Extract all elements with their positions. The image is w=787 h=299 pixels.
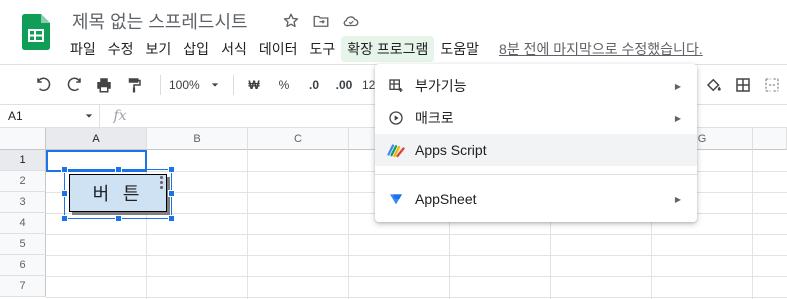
menu-extensions[interactable]: 확장 프로그램	[341, 36, 435, 62]
resize-handle[interactable]	[115, 215, 122, 222]
fx-icon: fx	[113, 108, 127, 124]
print-icon[interactable]	[92, 71, 116, 99]
menu-tools[interactable]: 도구	[303, 36, 341, 62]
redo-icon[interactable]	[62, 71, 86, 99]
select-all-corner[interactable]	[0, 128, 46, 150]
chevron-down-icon	[85, 114, 93, 118]
drawing-button-label: 버 튼	[92, 184, 144, 205]
fill-color-icon[interactable]	[702, 71, 726, 99]
percent-format-button[interactable]: %	[272, 71, 296, 99]
resize-handle[interactable]	[115, 166, 122, 173]
resize-handle[interactable]	[168, 215, 175, 222]
more-vert-icon[interactable]	[160, 176, 163, 189]
menu-view[interactable]: 보기	[140, 36, 178, 62]
menu-item-macros[interactable]: 매크로 ▶	[375, 102, 697, 134]
cell-reference: A1	[8, 109, 23, 123]
submenu-arrow-icon: ▶	[674, 113, 681, 123]
chevron-down-icon	[211, 82, 219, 87]
grid-line	[46, 255, 787, 256]
menu-item-label: 매크로	[415, 110, 454, 126]
menu-insert[interactable]: 삽입	[177, 36, 215, 62]
cloud-status-icon[interactable]	[340, 10, 362, 32]
name-box[interactable]: A1	[0, 104, 100, 128]
menu-format[interactable]: 서식	[215, 36, 253, 62]
toolbar-divider	[160, 74, 161, 95]
menu-file[interactable]: 파일	[64, 36, 102, 62]
zoom-select[interactable]: 100%	[169, 71, 219, 99]
grid-line	[46, 297, 787, 298]
merge-cells-icon[interactable]	[760, 71, 784, 99]
column-header[interactable]: C	[248, 128, 349, 150]
submenu-arrow-icon: ▶	[674, 194, 681, 204]
drawing-button-selection[interactable]: 버 튼	[61, 166, 175, 222]
appsheet-icon	[387, 190, 405, 208]
row-header[interactable]: 7	[0, 276, 46, 297]
resize-handle[interactable]	[61, 215, 68, 222]
macro-play-icon	[387, 109, 405, 127]
grid-line	[46, 234, 787, 235]
submenu-arrow-icon: ▶	[674, 81, 681, 91]
extensions-menu: 부가기능 ▶ 매크로 ▶ Apps Script AppSheet ▶	[375, 64, 697, 222]
increase-decimal-button[interactable]: .00	[332, 71, 356, 99]
row-header[interactable]: 4	[0, 213, 46, 234]
sheets-logo-icon[interactable]	[22, 14, 50, 50]
toolbar-divider	[233, 74, 234, 95]
zoom-value: 100%	[169, 77, 200, 92]
row-header[interactable]: 1	[0, 150, 46, 171]
menu-item-label: AppSheet	[415, 191, 477, 207]
add-on-icon	[387, 77, 405, 95]
last-edit-link[interactable]: 8분 전에 마지막으로 수정했습니다.	[499, 39, 703, 59]
menu-item-appsheet[interactable]: AppSheet ▶	[375, 183, 697, 215]
decrease-decimal-button[interactable]: .0	[302, 71, 326, 99]
menu-item-label: 부가기능	[415, 78, 467, 94]
drawing-button[interactable]: 버 튼	[69, 174, 167, 212]
currency-format-button[interactable]: ₩	[242, 71, 266, 99]
menu-item-label: Apps Script	[415, 142, 487, 158]
star-icon[interactable]	[280, 10, 302, 32]
menu-item-apps-script[interactable]: Apps Script	[375, 134, 697, 166]
resize-handle[interactable]	[61, 166, 68, 173]
row-header[interactable]: 2	[0, 171, 46, 192]
column-header[interactable]: B	[147, 128, 248, 150]
resize-handle[interactable]	[168, 190, 175, 197]
menu-item-addons[interactable]: 부가기능 ▶	[375, 70, 697, 102]
column-header[interactable]	[753, 128, 787, 150]
document-title[interactable]: 제목 없는 스프레드시트	[72, 8, 248, 34]
undo-icon[interactable]	[32, 71, 56, 99]
grid-line	[46, 276, 787, 277]
borders-icon[interactable]	[731, 71, 755, 99]
apps-script-icon	[387, 141, 405, 159]
paint-format-icon[interactable]	[122, 71, 146, 99]
resize-handle[interactable]	[61, 190, 68, 197]
move-folder-icon[interactable]	[310, 10, 332, 32]
column-header[interactable]: A	[46, 128, 147, 150]
row-header[interactable]: 6	[0, 255, 46, 276]
resize-handle[interactable]	[168, 166, 175, 173]
row-header[interactable]: 3	[0, 192, 46, 213]
menu-edit[interactable]: 수정	[102, 36, 140, 62]
menu-help[interactable]: 도움말	[434, 36, 485, 62]
menu-divider	[375, 174, 697, 175]
row-header[interactable]: 5	[0, 234, 46, 255]
menu-data[interactable]: 데이터	[253, 36, 304, 62]
menubar: 파일 수정 보기 삽입 서식 데이터 도구 확장 프로그램 도움말 8분 전에 …	[64, 36, 703, 62]
